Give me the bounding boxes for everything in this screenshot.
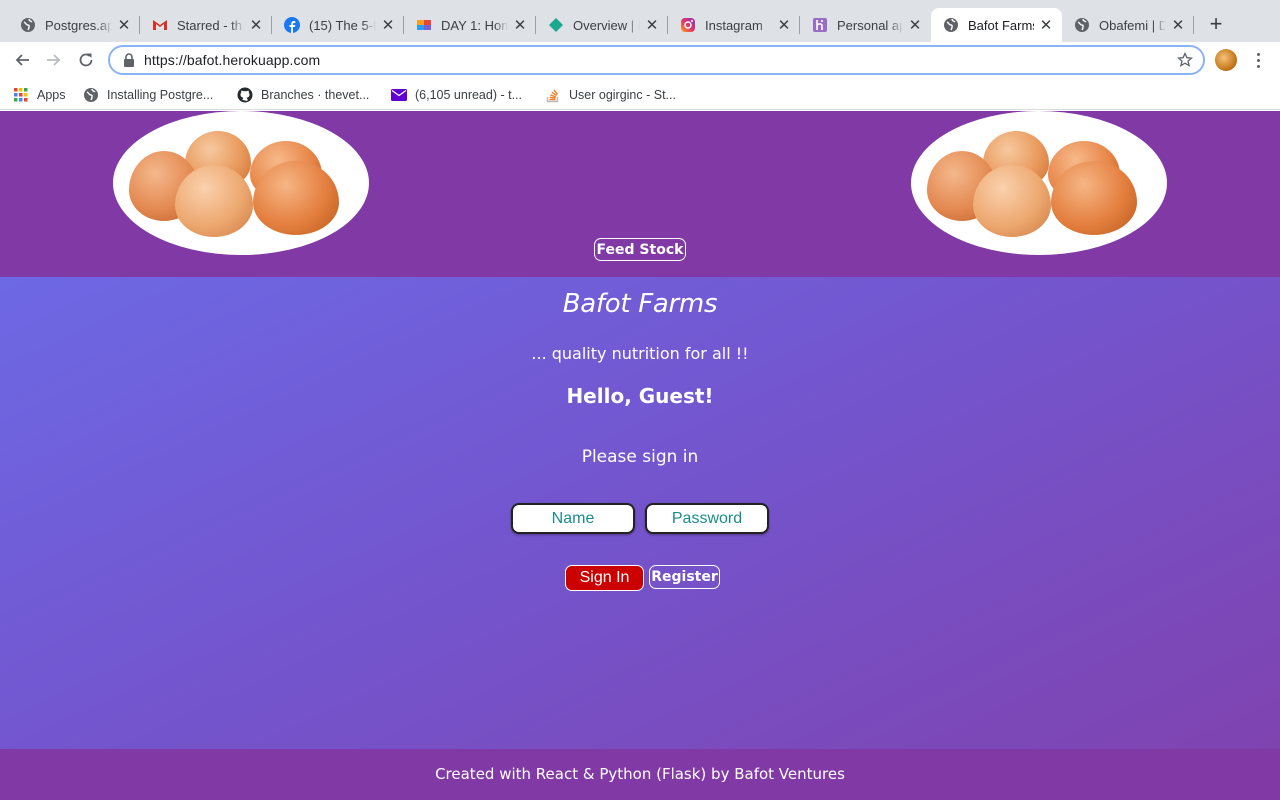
bookmark-yahoo-mail[interactable]: (6,105 unread) - t... — [391, 85, 522, 105]
gmail-icon — [152, 17, 168, 33]
heroku-icon — [812, 17, 828, 33]
facebook-icon — [284, 17, 300, 33]
bookmark-stackoverflow[interactable]: User ogirginc - St... — [545, 85, 676, 105]
browser-toolbar: https://bafot.herokuapp.com — [0, 42, 1280, 78]
name-input[interactable] — [511, 503, 635, 534]
tab-instagram[interactable]: Instagram ✕ — [668, 8, 800, 42]
asana-icon — [416, 17, 432, 33]
tab-overview[interactable]: Overview | I ✕ — [536, 8, 668, 42]
forward-arrow-icon[interactable] — [42, 48, 66, 72]
bookmark-star-icon[interactable] — [1176, 51, 1194, 68]
main-content: Bafot Farms ... quality nutrition for al… — [0, 277, 1280, 749]
sign-in-button[interactable]: Sign In — [565, 565, 644, 591]
bookmark-installing-postgres[interactable]: Installing Postgre... — [83, 85, 213, 105]
profile-avatar[interactable] — [1215, 49, 1237, 71]
new-tab-icon[interactable]: + — [1204, 13, 1228, 37]
bookmark-apps[interactable]: Apps — [13, 85, 66, 105]
reload-icon[interactable] — [74, 48, 98, 72]
close-tab-icon[interactable]: ✕ — [644, 17, 660, 34]
back-arrow-icon[interactable] — [10, 48, 34, 72]
menu-kebab-icon[interactable] — [1250, 50, 1266, 70]
lock-icon — [122, 53, 136, 67]
register-button[interactable]: Register — [649, 565, 720, 589]
tab-gmail[interactable]: Starred - th ✕ — [140, 8, 272, 42]
tab-bafot-farms[interactable]: Bafot Farms ✕ — [931, 8, 1062, 42]
close-tab-icon[interactable]: ✕ — [776, 17, 792, 34]
feed-stock-button[interactable]: Feed Stock — [594, 238, 686, 261]
bookmark-branches[interactable]: Branches · thevet... — [237, 85, 369, 105]
eggs-image-left — [113, 111, 369, 255]
brand-title: Bafot Farms — [562, 289, 718, 319]
password-input[interactable] — [645, 503, 769, 534]
globe-icon — [943, 17, 959, 33]
close-tab-icon[interactable]: ✕ — [380, 17, 396, 34]
tab-personal-apps[interactable]: Personal ap ✕ — [800, 8, 931, 42]
tab-obafemi[interactable]: Obafemi | D ✕ — [1062, 8, 1194, 42]
close-tab-icon[interactable]: ✕ — [907, 17, 923, 34]
stackoverflow-icon — [545, 87, 561, 103]
tab-facebook[interactable]: (15) The 5-L ✕ — [272, 8, 404, 42]
footer-credit: Created with React & Python (Flask) by B… — [435, 765, 845, 783]
globe-icon — [20, 17, 36, 33]
site-header: Feed Stock — [0, 111, 1280, 277]
github-icon — [237, 87, 253, 103]
apps-grid-icon — [13, 87, 29, 103]
close-tab-icon[interactable]: ✕ — [116, 17, 132, 34]
close-tab-icon[interactable]: ✕ — [512, 17, 528, 34]
globe-icon — [1074, 17, 1090, 33]
diamond-icon — [548, 17, 564, 33]
instagram-icon — [680, 17, 696, 33]
tab-postgres[interactable]: Postgres.ap ✕ — [8, 8, 140, 42]
greeting-heading: Hello, Guest! — [566, 384, 714, 408]
bookmarks-bar: Apps Installing Postgre... Branches · th… — [0, 80, 1280, 110]
close-tab-icon[interactable]: ✕ — [1170, 17, 1186, 34]
eggs-image-right — [911, 111, 1167, 255]
close-tab-icon[interactable]: ✕ — [1038, 17, 1054, 34]
mail-icon — [391, 87, 407, 103]
sign-in-prompt: Please sign in — [581, 447, 699, 467]
tagline: ... quality nutrition for all !! — [531, 344, 749, 363]
address-bar[interactable]: https://bafot.herokuapp.com — [108, 45, 1205, 75]
tab-strip: Postgres.ap ✕ Starred - th ✕ (15) The 5-… — [0, 0, 1280, 42]
tab-asana[interactable]: DAY 1: Hom ✕ — [404, 8, 536, 42]
site-footer: Created with React & Python (Flask) by B… — [0, 749, 1280, 800]
close-tab-icon[interactable]: ✕ — [248, 17, 264, 34]
url-text: https://bafot.herokuapp.com — [144, 52, 321, 68]
globe-icon — [83, 87, 99, 103]
